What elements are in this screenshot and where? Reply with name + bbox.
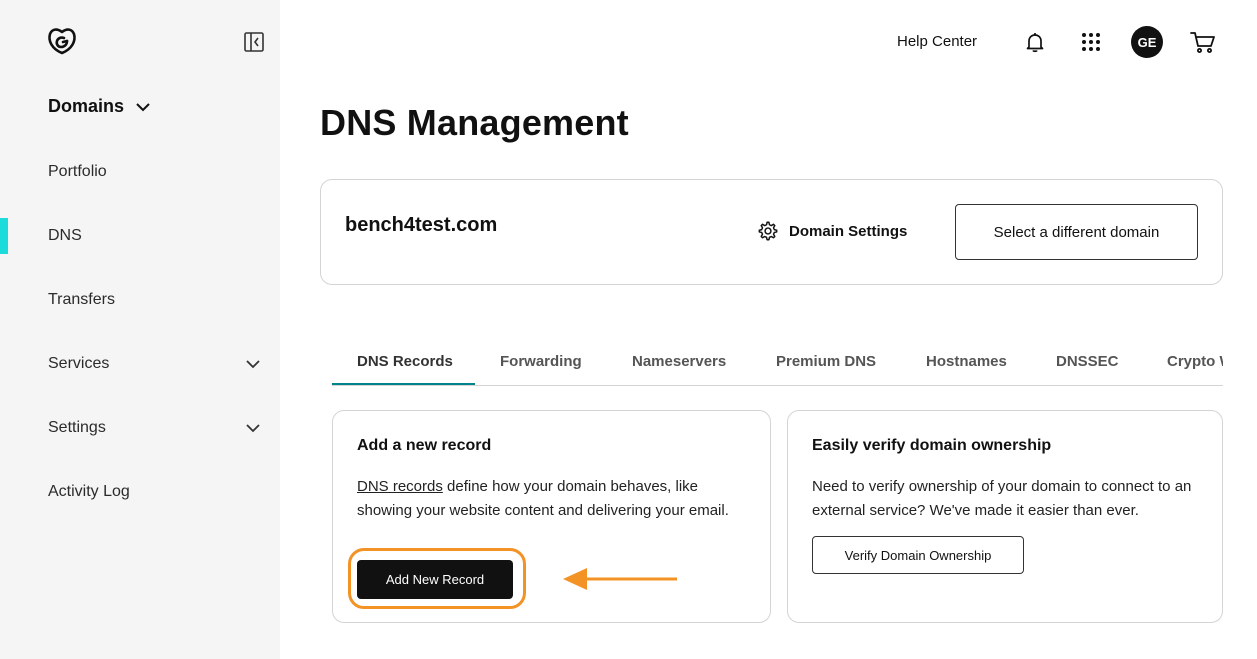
add-record-description: DNS records define how your domain behav… — [357, 475, 737, 523]
dns-records-link[interactable]: DNS records — [357, 478, 443, 495]
gear-icon — [758, 221, 778, 241]
arrow-left-icon — [563, 568, 677, 590]
page-title: DNS Management — [320, 102, 629, 143]
tab-dnssec[interactable]: DNSSEC — [1056, 353, 1119, 370]
domain-card: bench4test.com Domain Settings Select a … — [320, 179, 1223, 285]
chevron-down-icon — [246, 360, 260, 369]
sidebar-collapse-icon[interactable] — [243, 31, 265, 53]
chevron-down-icon — [246, 424, 260, 433]
cart-icon[interactable] — [1190, 30, 1216, 54]
tab-forwarding[interactable]: Forwarding — [500, 353, 582, 370]
avatar[interactable]: GE — [1131, 26, 1163, 58]
apps-grid-icon[interactable] — [1080, 31, 1102, 53]
tab-premium-dns[interactable]: Premium DNS — [776, 353, 876, 370]
sidebar-item-portfolio[interactable]: Portfolio — [0, 154, 280, 190]
sidebar-item-label: Settings — [48, 419, 106, 436]
domains-title: Domains — [48, 96, 125, 116]
bell-icon[interactable] — [1024, 31, 1046, 53]
domain-settings-label: Domain Settings — [789, 222, 908, 240]
sidebar-item-label: Portfolio — [48, 163, 107, 180]
add-record-title: Add a new record — [357, 437, 492, 454]
sidebar-item-settings[interactable]: Settings — [0, 410, 280, 446]
tab-dns-records[interactable]: DNS Records — [357, 353, 453, 370]
sidebar-item-transfers[interactable]: Transfers — [0, 282, 280, 318]
sidebar-item-label: Transfers — [48, 291, 115, 308]
tab-crypto-wallet[interactable]: Crypto Wallet — [1167, 353, 1223, 370]
help-center-link[interactable]: Help Center — [897, 33, 977, 50]
select-different-domain-button[interactable]: Select a different domain — [955, 204, 1198, 260]
chevron-down-icon — [136, 102, 150, 111]
sidebar-item-services[interactable]: Services — [0, 346, 280, 382]
sidebar-item-label: DNS — [48, 227, 82, 244]
verify-ownership-card: Easily verify domain ownership Need to v… — [787, 410, 1223, 623]
tab-hostnames[interactable]: Hostnames — [926, 353, 1007, 370]
sidebar-item-label: Activity Log — [48, 483, 130, 500]
tab-nameservers[interactable]: Nameservers — [632, 353, 726, 370]
verify-domain-ownership-button[interactable]: Verify Domain Ownership — [812, 536, 1024, 574]
verify-ownership-title: Easily verify domain ownership — [812, 437, 1052, 454]
domains-menu-toggle[interactable]: Domains — [48, 96, 152, 117]
verify-ownership-description: Need to verify ownership of your domain … — [812, 478, 1192, 519]
sidebar-item-activity-log[interactable]: Activity Log — [0, 474, 280, 510]
dns-tabs: DNS Records Forwarding Nameservers Premi… — [332, 338, 1223, 386]
sidebar: Domains Portfolio DNS Transfers Services… — [0, 0, 280, 659]
godaddy-logo-icon[interactable] — [46, 27, 78, 55]
sidebar-item-dns[interactable]: DNS — [0, 218, 280, 254]
sidebar-item-label: Services — [48, 355, 110, 372]
add-new-record-button[interactable]: Add New Record — [357, 560, 513, 599]
active-tab-indicator — [332, 383, 475, 385]
domain-name: bench4test.com — [345, 214, 498, 236]
domain-settings-button[interactable]: Domain Settings — [757, 220, 907, 242]
add-record-card: Add a new record DNS records define how … — [332, 410, 771, 623]
